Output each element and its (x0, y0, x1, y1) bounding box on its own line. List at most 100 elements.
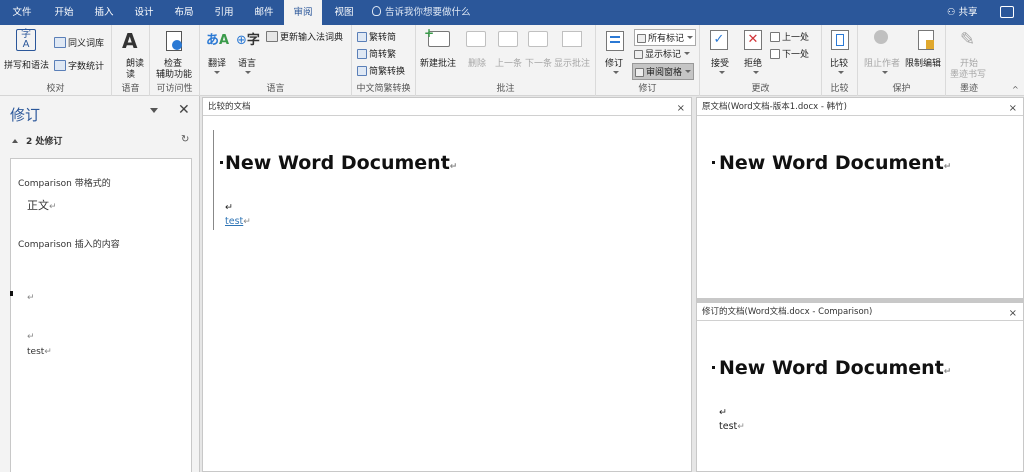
revision-author: Comparison (18, 240, 72, 250)
tab-file[interactable]: 文件 (0, 0, 44, 25)
tab-references[interactable]: 引用 (204, 0, 244, 25)
close-icon[interactable]: ✕ (178, 102, 190, 118)
tab-home[interactable]: 开始 (44, 0, 84, 25)
next-change-button[interactable]: 下一处 (770, 47, 809, 60)
paragraph-mark: ↵ (44, 347, 52, 357)
track-changes-button[interactable]: 修订 (605, 56, 623, 69)
group-label-speech: 语音 (121, 84, 140, 94)
chevron-down-icon (882, 71, 888, 74)
person-icon: ⚇ (947, 7, 959, 18)
tab-mailings[interactable]: 邮件 (244, 0, 284, 25)
spell-grammar-button[interactable]: 拼写和语法 (4, 58, 49, 71)
group-label-proofing: 校对 (46, 84, 65, 94)
ime-label: 更新输入法词典 (280, 33, 344, 43)
collapse-ribbon-icon[interactable]: ^ (1012, 85, 1019, 94)
thesaurus-icon (54, 37, 66, 48)
block-authors-dropdown[interactable] (879, 69, 888, 79)
tab-view[interactable]: 视图 (324, 0, 364, 25)
word-count-icon (54, 60, 66, 71)
share-button[interactable]: ⚇ 共享 (947, 0, 978, 25)
document-title-text: New Word Document (719, 152, 944, 174)
paragraph-mark: ↵ (27, 332, 35, 342)
translate-button[interactable]: 翻译 (208, 56, 226, 69)
close-icon[interactable]: × (1009, 100, 1017, 115)
bullet-mark (712, 161, 715, 164)
previous-change-button[interactable]: 上一处 (770, 30, 809, 43)
previous-comment-button[interactable]: 上一条 (495, 56, 522, 69)
refresh-icon[interactable]: ↻ (181, 134, 189, 145)
group-label-tracking: 修订 (638, 84, 657, 94)
close-icon[interactable]: × (1009, 305, 1017, 320)
group-label-language: 语言 (266, 84, 285, 94)
new-comment-button[interactable]: 新建批注 (420, 56, 456, 69)
group-protect: 阻止作者 限制编辑 保护 (858, 25, 946, 96)
inserted-text-line[interactable]: test↵ (225, 216, 251, 227)
restrict-editing-button[interactable]: 限制编辑 (905, 56, 941, 69)
convert-icon (357, 32, 367, 42)
accept-dropdown[interactable] (716, 69, 725, 79)
tab-insert[interactable]: 插入 (84, 0, 124, 25)
language-dropdown[interactable] (242, 69, 251, 79)
accept-button[interactable]: 接受 (711, 56, 729, 69)
paragraph-mark: ↵ (449, 162, 458, 172)
revision-count[interactable]: 2 处修订 (12, 134, 62, 147)
previous-change-icon (770, 32, 780, 42)
thesaurus-button[interactable]: 同义词库 (54, 36, 104, 49)
group-tracking: 修订 所有标记 显示标记 审阅窗格 修订 (596, 25, 700, 96)
language-button[interactable]: 语言 (238, 56, 256, 69)
block-authors-icon (874, 30, 888, 44)
original-document-header-label: 原文档(Word文档-版本1.docx - 韩竹) (702, 102, 847, 112)
chinese-convert-button[interactable]: 简繁转换 (357, 64, 405, 77)
track-changes-dropdown[interactable] (610, 69, 619, 79)
revised-text-line[interactable]: test↵ (719, 421, 745, 432)
read-aloud-button-2: 读 (126, 70, 136, 80)
markup-select[interactable]: 所有标记 (634, 29, 697, 46)
reject-dropdown[interactable] (750, 69, 759, 79)
group-ink: ✎ 开始 墨迹书写 墨迹 (946, 25, 992, 96)
new-comment-icon: + (424, 26, 450, 47)
update-ime-dictionary-button[interactable]: 更新输入法词典 (266, 30, 343, 43)
group-label-protect: 保护 (892, 84, 911, 94)
translate-icon: あA (206, 33, 230, 48)
next-comment-button[interactable]: 下一条 (525, 56, 552, 69)
next-comment-icon (528, 31, 548, 47)
inserted-text: test (225, 216, 244, 227)
simp-to-trad-button[interactable]: 简转繁 (357, 47, 396, 60)
revision-item-2-header[interactable]: Comparison 插入的内容 (18, 237, 120, 250)
revision-author: Comparison (18, 179, 72, 189)
compare-dropdown[interactable] (835, 69, 844, 79)
trad-to-simp-button[interactable]: 繁转简 (357, 30, 396, 43)
track-changes-icon (606, 31, 624, 51)
tab-design[interactable]: 设计 (124, 0, 164, 25)
revision-item-1-header[interactable]: Comparison 带格式的 (18, 176, 111, 189)
word-count-button[interactable]: 字数统计 (54, 59, 104, 72)
translate-dropdown[interactable] (211, 69, 220, 79)
block-authors-button[interactable]: 阻止作者 (864, 56, 900, 69)
group-label-compare: 比较 (830, 84, 849, 94)
revision-action: 带格式的 (74, 179, 111, 189)
group-label-chinese: 中文简繁转换 (356, 84, 411, 94)
reviewing-pane-button[interactable]: 审阅窗格 (632, 63, 695, 80)
original-document-title[interactable]: New Word Document↵ (719, 152, 951, 174)
paragraph-mark: ↵ (943, 162, 952, 172)
revised-document-pane: 修订的文档(Word文档.docx - Comparison) × New Wor… (696, 302, 1024, 472)
comments-icon[interactable] (1000, 6, 1014, 18)
group-label-accessibility: 可访问性 (156, 84, 193, 94)
show-markup-button[interactable]: 显示标记 (634, 47, 691, 60)
document-title[interactable]: New Word Document↵ (225, 152, 457, 174)
pane-options-icon[interactable] (150, 108, 158, 113)
reject-button[interactable]: 拒绝 (744, 56, 762, 69)
show-markup-label: 显示标记 (645, 50, 682, 60)
next-change-label: 下一处 (782, 50, 810, 60)
show-comments-button[interactable]: 显示批注 (554, 56, 590, 69)
revised-document-title[interactable]: New Word Document↵ (719, 357, 951, 379)
collapse-icon (12, 139, 18, 143)
inserted-text: test (27, 347, 45, 357)
tab-layout[interactable]: 布局 (164, 0, 204, 25)
compare-button[interactable]: 比较 (830, 56, 848, 69)
delete-comment-button[interactable]: 删除 (468, 56, 486, 69)
tab-review[interactable]: 审阅 (284, 0, 322, 25)
tell-me-search[interactable]: 告诉我你想要做什么 (372, 0, 471, 25)
close-icon[interactable]: × (677, 100, 685, 115)
show-comments-icon (562, 31, 582, 47)
